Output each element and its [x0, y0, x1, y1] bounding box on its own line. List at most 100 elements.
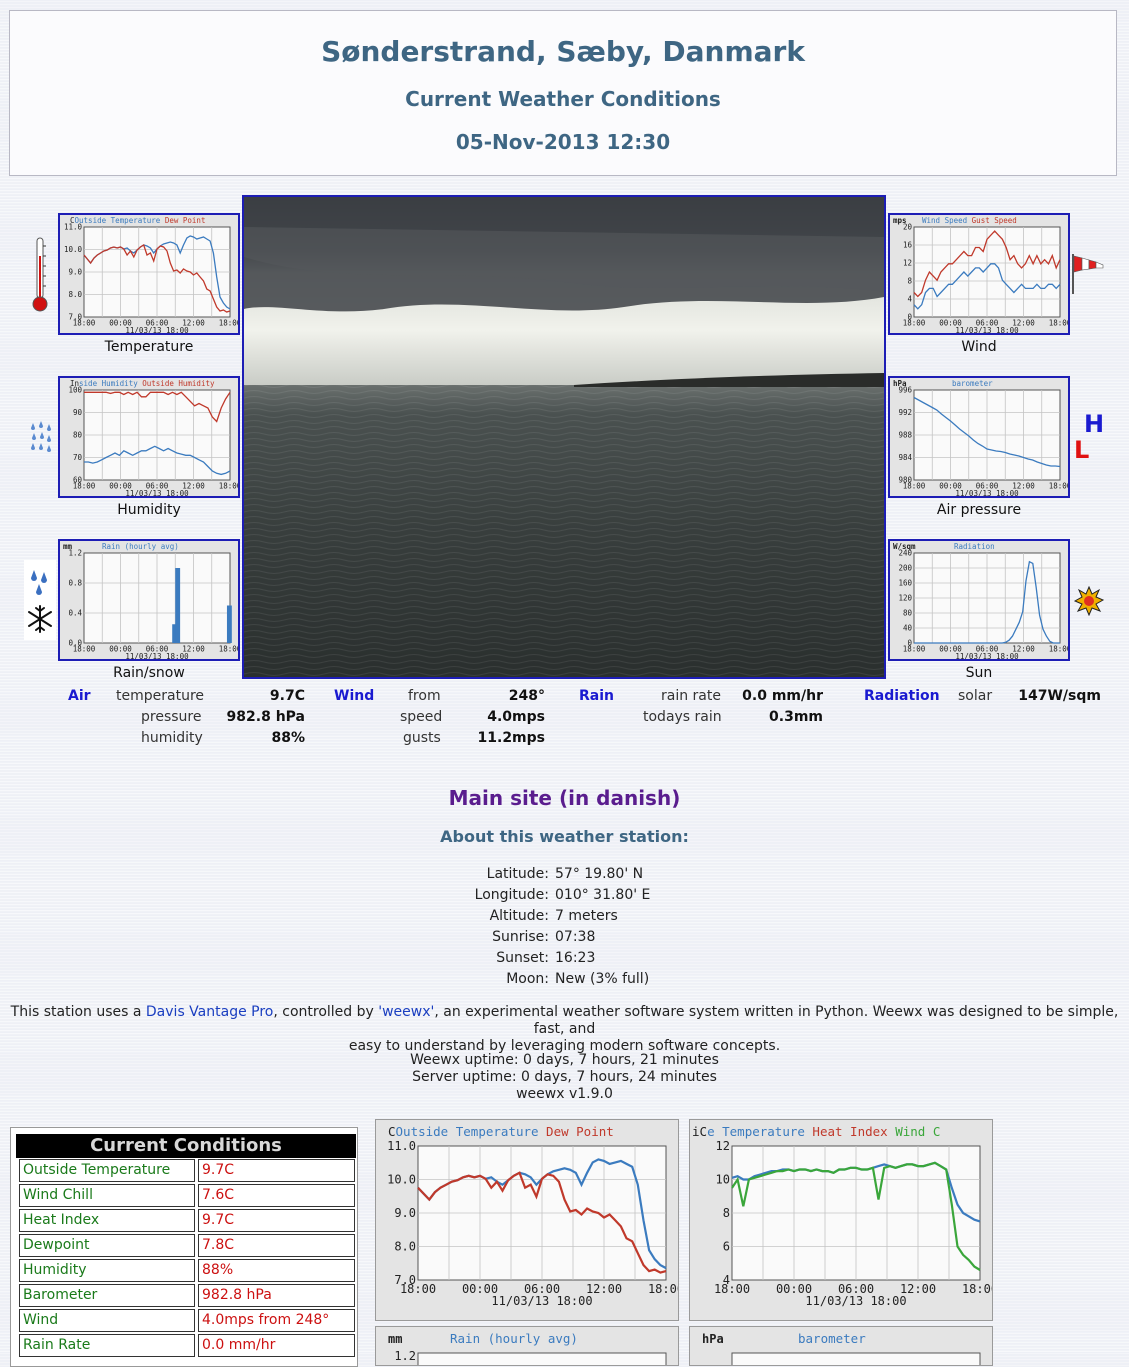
plot-title: Rain (hourly avg) [102, 542, 179, 551]
cc-value: 982.8 hPa [198, 1284, 355, 1307]
humidity-thumbnail-chart[interactable]: Inside Humidity Outside Humidity 100 90 80 7… [58, 376, 240, 498]
cc-label: Dewpoint [19, 1234, 195, 1257]
radiation-heading: Radiation [864, 688, 940, 704]
table-row: Dewpoint 7.8C [19, 1234, 355, 1257]
wind-caption: Wind [961, 339, 997, 355]
y-tick-label: 0.8 [68, 579, 82, 588]
plot-unit: mm [388, 1332, 402, 1346]
x-tick-label: 18:00 [219, 319, 238, 328]
sun-icon [1073, 585, 1105, 617]
air-temperature-value: 9.7C [269, 688, 305, 704]
y-tick-label: 200 [898, 564, 912, 573]
air-humidity-label: humidity [141, 730, 203, 746]
rain-bar [226, 605, 232, 643]
date-label: 11/03/13 18:00 [955, 326, 1019, 333]
cc-label: Rain Rate [19, 1334, 195, 1357]
webcam-image[interactable] [242, 195, 886, 679]
y-tick-label: 8 [907, 277, 912, 286]
sun-caption: Sun [965, 665, 993, 681]
y-tick-label: 10 [716, 1173, 730, 1187]
y-tick-label: 1.2 [394, 1349, 416, 1363]
x-tick-label: 18:00 [903, 645, 926, 654]
header-panel: Sønderstrand, Sæby, Danmark Current Weat… [9, 10, 1117, 176]
table-row: Barometer 982.8 hPa [19, 1284, 355, 1307]
high-low-icon: H L [1074, 410, 1106, 464]
barometer-chart: hPa barometer [689, 1326, 993, 1366]
sunrise-label: Sunrise: [492, 929, 549, 945]
y-tick-label: 160 [898, 579, 912, 588]
x-tick-label: 18:00 [903, 319, 926, 328]
y-tick-label: 4 [907, 295, 912, 304]
y-tick-label: 0.4 [68, 609, 82, 618]
temperature-caption: Temperature [104, 339, 194, 355]
plot-area [417, 1352, 667, 1365]
y-tick-label: 984 [898, 453, 912, 462]
thermometer-icon [32, 236, 48, 314]
davis-vantage-pro-link[interactable]: Davis Vantage Pro [146, 1004, 273, 1020]
date-label: 11/03/13 18:00 [491, 1294, 592, 1308]
cc-value: 9.7C [198, 1159, 355, 1182]
altitude-value: 7 meters [555, 908, 618, 924]
cc-label: Wind Chill [19, 1184, 195, 1207]
date-label: 11/03/13 18:00 [955, 489, 1019, 496]
weewx-version: weewx v1.9.0 [516, 1086, 613, 1102]
x-tick-label: 18:00 [903, 482, 926, 491]
current-conditions-title: Current Conditions [16, 1134, 356, 1158]
temperature-dewpoint-chart: COutside Temperature Dew Point 11.0 10.0 9.… [375, 1119, 679, 1321]
sunrise-value: 07:38 [555, 929, 596, 945]
main-site-link[interactable]: Main site (in danish) [0, 786, 1129, 810]
latitude-value: 57° 19.80' N [555, 866, 644, 882]
rain-chart: mm Rain (hourly avg) 1.2 [375, 1326, 679, 1366]
barometer-thumbnail-chart[interactable]: barometer hPa 996 992 988 984 980 18:00 00:00 06:… [888, 376, 1070, 498]
x-tick-label: 18:00 [714, 1282, 750, 1296]
date-label: 11/03/13 18:00 [125, 652, 189, 659]
y-tick-label: 120 [898, 594, 912, 603]
wind-thumbnail-chart[interactable]: Wind Speed Gust Speed mps 20 16 12 8 4 0 18:00 00… [888, 213, 1070, 335]
cc-label: Wind [19, 1309, 195, 1332]
weewx-link[interactable]: 'weewx' [378, 1004, 434, 1020]
current-conditions-table: Current Conditions Outside Temperature 9.… [10, 1127, 358, 1367]
cc-label: Humidity [19, 1259, 195, 1282]
y-tick-label: 8.0 [394, 1240, 416, 1254]
cc-label: Heat Index [19, 1209, 195, 1232]
x-tick-label: 18:00 [73, 319, 96, 328]
station-location: Sønderstrand, Sæby, Danmark [321, 35, 805, 68]
windsock-icon [1070, 252, 1108, 296]
radiation-thumbnail-chart[interactable]: Radiation W/sqm 240 200 160 120 80 40 0 18:00 00:0… [888, 539, 1070, 661]
cc-value: 7.6C [198, 1184, 355, 1207]
x-tick-label: 18:00 [1049, 319, 1068, 328]
y-tick-label: 80 [903, 609, 913, 618]
latitude-label: Latitude: [486, 866, 549, 882]
high-pressure-letter: H [1084, 410, 1105, 438]
table-row: Humidity 88% [19, 1259, 355, 1282]
cc-label: Barometer [19, 1284, 195, 1307]
temperature-thumbnail-chart[interactable]: COutside Temperature Dew Point 11.0 10.0 9.… [58, 213, 240, 335]
sunset-label: Sunset: [496, 950, 549, 966]
y-tick-label: 6 [723, 1240, 730, 1254]
rain-bar [175, 568, 181, 643]
air-humidity-value: 88% [271, 730, 305, 746]
air-pressure-caption: Air pressure [936, 502, 1022, 518]
wind-speed-value: 4.0mps [487, 709, 545, 725]
plot-title: iCe Temperature Heat Index Wind C [692, 1124, 940, 1139]
y-tick-label: 992 [898, 408, 912, 417]
y-tick-label: 40 [903, 624, 913, 633]
plot-title: COutside Temperature Dew Point [388, 1124, 614, 1139]
plot-unit: hPa [702, 1332, 724, 1346]
y-tick-label: 90 [73, 408, 83, 417]
rain-rate-value: 0.0 mm/hr [742, 688, 823, 704]
plot-title: Rain (hourly avg) [450, 1331, 578, 1346]
y-tick-label: 9.0 [68, 268, 82, 277]
date-label: 11/03/13 18:00 [125, 489, 189, 496]
air-heading: Air [68, 688, 91, 704]
y-tick-label: 10.0 [64, 245, 83, 254]
table-row: Rain Rate 0.0 mm/hr [19, 1334, 355, 1357]
date-label: 11/03/13 18:00 [125, 326, 189, 333]
plot-title: barometer [798, 1331, 866, 1346]
cc-label: Outside Temperature [19, 1159, 195, 1182]
y-tick-label: 70 [73, 453, 83, 462]
date-label: 11/03/13 18:00 [805, 1294, 906, 1308]
x-tick-label: 18:00 [73, 482, 96, 491]
rain-thumbnail-chart[interactable]: Rain (hourly avg) mm 1.2 0.8 0.4 0.0 18:00 00:0… [58, 539, 240, 661]
sunset-value: 16:23 [555, 950, 596, 966]
